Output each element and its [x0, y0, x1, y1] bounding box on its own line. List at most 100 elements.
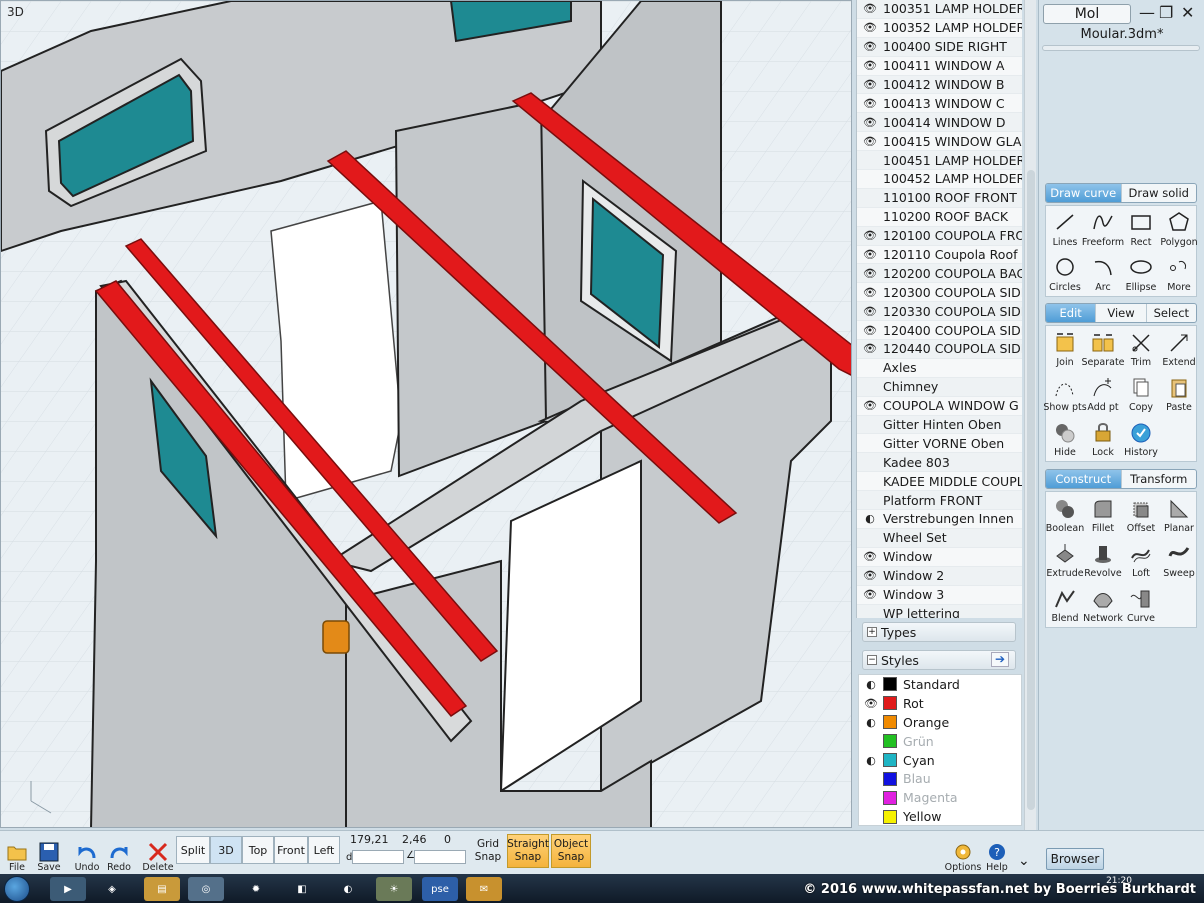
layer-row[interactable]: 👁 100415 WINDOW GLAS [857, 132, 1022, 152]
layer-row[interactable]: Axles [857, 359, 1022, 378]
maximize-icon[interactable]: ❐ [1159, 3, 1173, 22]
layer-row[interactable]: Gitter VORNE Oben [857, 434, 1022, 454]
app-icon[interactable]: ◎ [188, 877, 224, 901]
tool-more[interactable]: More [1160, 251, 1198, 296]
tab-construct[interactable]: Construct [1046, 470, 1122, 488]
edit-tabbar[interactable]: Edit View Select [1045, 303, 1197, 323]
layer-row[interactable]: 100452 LAMP HOLDER [857, 170, 1022, 189]
style-row[interactable]: Grün [859, 732, 1021, 751]
layer-row[interactable]: 👁 120300 COUPOLA SIDE [857, 283, 1022, 303]
tool-freeform[interactable]: Freeform [1082, 206, 1124, 251]
tab-transform[interactable]: Transform [1122, 470, 1197, 488]
color-swatch[interactable] [883, 809, 897, 824]
chevron-down-icon[interactable]: ⌄ [1018, 853, 1030, 869]
eye-icon[interactable]: 👁 [857, 40, 883, 53]
style-row[interactable]: Yellow [859, 807, 1021, 826]
style-row[interactable]: ◐ Cyan [859, 751, 1021, 770]
scrollbar-thumb[interactable] [1027, 170, 1035, 810]
layer-row[interactable]: 👁 120100 COUPOLA FRO [857, 226, 1022, 246]
tool-extrude[interactable]: Extrude [1046, 537, 1084, 582]
browser-button[interactable]: Browser [1046, 848, 1104, 870]
delete-button[interactable]: Delete [141, 833, 175, 873]
layer-row[interactable]: 110100 ROOF FRONT [857, 188, 1022, 208]
windows-logo-icon[interactable]: ◈ [94, 877, 130, 901]
layer-row[interactable]: Chimney [857, 377, 1022, 397]
save-button[interactable]: Save [32, 833, 66, 873]
style-row[interactable]: Magenta [859, 788, 1021, 807]
mail-icon[interactable]: ✉ [466, 877, 502, 901]
layer-row[interactable]: 👁 100413 WINDOW C [857, 94, 1022, 114]
color-swatch[interactable] [883, 771, 897, 786]
tool-join[interactable]: Join [1046, 326, 1084, 371]
tool-network[interactable]: Network [1083, 582, 1123, 627]
expand-icon[interactable]: + [867, 627, 877, 637]
tool-planar[interactable]: Planar [1160, 492, 1198, 537]
styles-section-header[interactable]: − Styles ➔ [862, 650, 1016, 670]
layer-row[interactable]: 👁 120200 COUPOLA BAC [857, 264, 1022, 284]
tab-draw-curve[interactable]: Draw curve [1046, 184, 1122, 202]
layer-row[interactable]: 👁 100411 WINDOW A [857, 57, 1022, 76]
angle-input[interactable] [414, 850, 466, 864]
layer-row[interactable]: 👁 Window 3 [857, 586, 1022, 605]
app4-icon[interactable]: ◐ [330, 877, 366, 901]
style-row[interactable]: 👁 Rot [859, 694, 1021, 713]
redo-button[interactable]: Redo [102, 833, 136, 873]
styles-list[interactable]: ◐ Standard 👁 Rot ◐ Orange Grün ◐ Cyan Blau Magenta… [858, 674, 1022, 826]
eye-icon[interactable]: 👁 [857, 2, 883, 15]
eye-icon[interactable]: 👁 [857, 97, 883, 110]
media-player-icon[interactable]: ▶ [50, 877, 86, 901]
tab-edit[interactable]: Edit [1046, 304, 1097, 322]
eye-icon[interactable]: 👁 [857, 305, 883, 318]
tool-separate[interactable]: Separate [1081, 326, 1125, 371]
eye-icon[interactable]: 👁 [859, 697, 883, 710]
eye-icon[interactable]: 👁 [857, 116, 883, 129]
color-swatch[interactable] [883, 696, 897, 711]
tool-lock[interactable]: Lock [1084, 416, 1122, 461]
layer-row[interactable]: Gitter Hinten Oben [857, 415, 1022, 435]
layer-row[interactable]: Kadee 803 [857, 453, 1022, 473]
explorer-icon[interactable]: ▤ [144, 877, 180, 901]
tool-revolve[interactable]: Revolve [1084, 537, 1122, 582]
layer-row[interactable]: 👁 120330 COUPOLA SIDE [857, 302, 1022, 322]
types-section-header[interactable]: + Types [862, 622, 1016, 642]
tool-loft[interactable]: Loft [1122, 537, 1160, 582]
view-left-button[interactable]: Left [308, 836, 340, 864]
construct-tabbar[interactable]: Construct Transform [1045, 469, 1197, 489]
layer-row[interactable]: Platform FRONT [857, 491, 1022, 511]
partial-eye-icon[interactable]: ◐ [859, 716, 883, 729]
layer-row[interactable]: 👁 Window [857, 548, 1022, 567]
view-front-button[interactable]: Front [274, 836, 308, 864]
eye-icon[interactable]: 👁 [857, 229, 883, 242]
tool-lines[interactable]: Lines [1046, 206, 1084, 251]
close-icon[interactable]: ✕ [1181, 3, 1194, 22]
tool-add-point[interactable]: Add pt [1084, 371, 1122, 416]
tool-sweep[interactable]: Sweep [1160, 537, 1198, 582]
style-row[interactable]: ◐ Orange [859, 713, 1021, 732]
tool-paste[interactable]: Paste [1160, 371, 1198, 416]
start-button[interactable] [4, 876, 30, 902]
eye-icon[interactable]: 👁 [857, 135, 883, 148]
layer-row[interactable]: 👁 100400 SIDE RIGHT [857, 37, 1022, 57]
color-swatch[interactable] [883, 753, 897, 767]
color-swatch[interactable] [883, 677, 897, 692]
eye-icon[interactable]: 👁 [857, 59, 883, 72]
tool-circles[interactable]: Circles [1046, 251, 1084, 296]
3d-viewport[interactable]: 3D [0, 0, 852, 828]
view-top-button[interactable]: Top [242, 836, 274, 864]
tool-boolean[interactable]: Boolean [1046, 492, 1084, 537]
layer-row[interactable]: 👁 100352 LAMP HOLDER [857, 19, 1022, 38]
arrow-right-icon[interactable]: ➔ [991, 652, 1009, 667]
tool-show-points[interactable]: Show pts [1043, 371, 1087, 416]
tool-ellipse[interactable]: Ellipse [1122, 251, 1160, 296]
eye-icon[interactable]: 👁 [857, 21, 883, 34]
help-button[interactable]: ? Help [980, 833, 1014, 873]
layer-row[interactable]: Wheel Set [857, 528, 1022, 548]
layer-row[interactable]: 👁 100414 WINDOW D [857, 113, 1022, 133]
view-3d-button[interactable]: 3D [210, 836, 242, 864]
tool-history[interactable]: History [1122, 416, 1160, 461]
color-swatch[interactable] [883, 790, 897, 805]
distance-input[interactable] [352, 850, 404, 864]
grid-snap-button[interactable]: Grid Snap [472, 834, 504, 868]
layer-row[interactable]: 👁 120440 COUPOLA SIDE [857, 340, 1022, 359]
eye-icon[interactable]: 👁 [857, 342, 883, 355]
